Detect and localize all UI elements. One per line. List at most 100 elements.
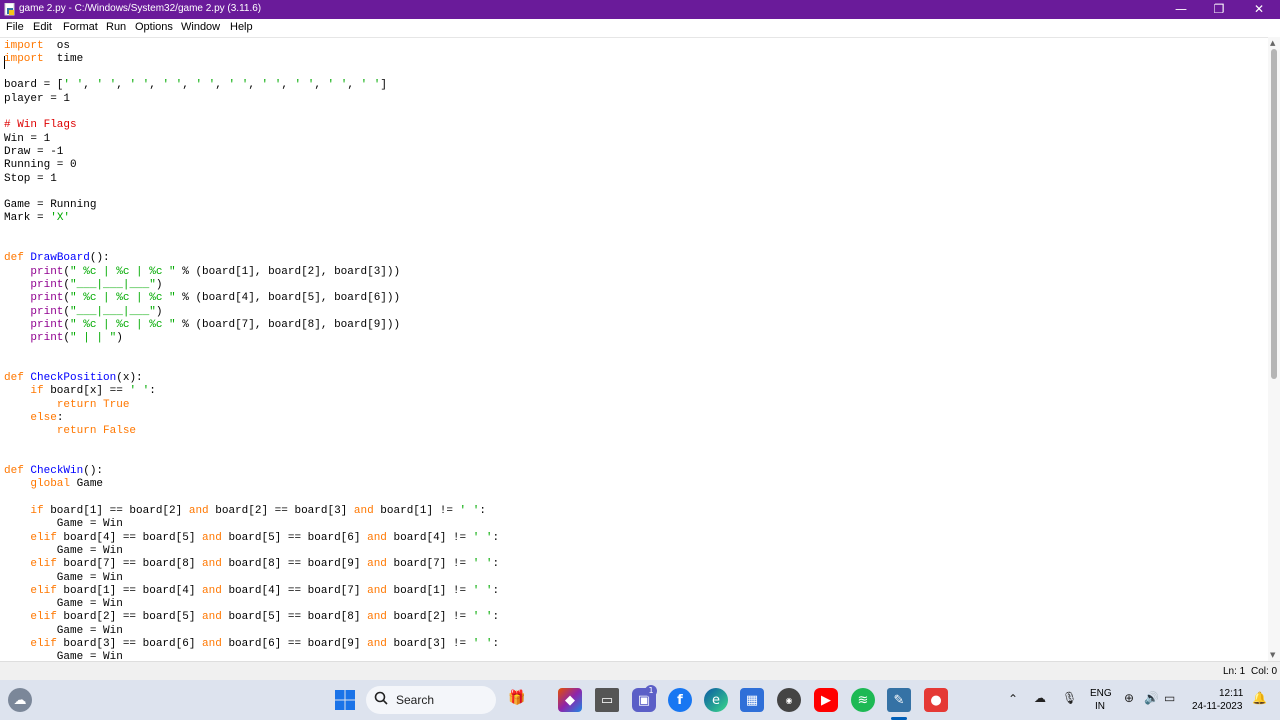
code-line[interactable]: Game = Win	[4, 598, 123, 611]
menu-file[interactable]: File	[6, 21, 24, 33]
clock-date[interactable]: 24-11-2023	[1192, 701, 1242, 712]
vertical-scrollbar[interactable]: ▲ ▼	[1268, 37, 1280, 661]
code-line[interactable]: Stop = 1	[4, 173, 57, 186]
code-token: board[8] == board[9]	[221, 558, 368, 571]
code-line[interactable]: elif board[2] == board[5] and board[5] =…	[4, 611, 499, 624]
code-line[interactable]: Game = Win	[4, 625, 123, 638]
edge-browser-icon[interactable]: e	[704, 688, 728, 712]
code-line[interactable]: Game = Win	[4, 545, 123, 558]
code-line[interactable]: if board[x] == ' ':	[4, 385, 155, 398]
code-token: board[1] == board[2]	[43, 505, 189, 517]
code-line[interactable]: print(" %c | %c | %c " % (board[7], boar…	[4, 319, 400, 332]
menu-run[interactable]: Run	[106, 21, 126, 33]
code-token: ():	[89, 252, 110, 265]
code-line[interactable]: print("___|___|___")	[4, 306, 162, 319]
facebook-icon[interactable]: f	[668, 688, 692, 712]
code-line[interactable]: def DrawBoard():	[4, 252, 110, 265]
cloud-sync-icon[interactable]: ☁	[1034, 691, 1046, 705]
code-line[interactable]: return True	[4, 398, 130, 412]
code-line[interactable]: print(" %c | %c | %c " % (board[1], boar…	[4, 266, 400, 279]
code-line[interactable]: elif board[3] == board[6] and board[6] =…	[4, 638, 499, 651]
code-line[interactable]: print("___|___|___")	[4, 279, 162, 292]
code-token: board[2] == board[3]	[208, 505, 354, 517]
code-line[interactable]: Mark = 'X'	[4, 212, 70, 225]
minimize-button[interactable]: —	[1162, 0, 1200, 19]
copilot-icon[interactable]: ◆	[558, 688, 582, 712]
code-token: print	[30, 305, 64, 318]
code-token: Running = 0	[4, 159, 77, 172]
code-line[interactable]: Game = Win	[4, 572, 123, 585]
clock-time[interactable]: 12:11	[1219, 688, 1243, 699]
menu-edit[interactable]: Edit	[33, 21, 52, 33]
code-line[interactable]: elif board[4] == board[5] and board[5] =…	[4, 532, 499, 545]
code-line[interactable]: import os	[4, 40, 70, 53]
scroll-down-arrow-icon[interactable]: ▼	[1270, 651, 1275, 659]
spotify-icon[interactable]: ≋	[851, 688, 875, 712]
code-line[interactable]: return False	[4, 425, 136, 438]
code-line[interactable]: Win = 1	[4, 133, 50, 146]
code-line[interactable]: elif board[1] == board[4] and board[4] =…	[4, 585, 499, 598]
code-token: :	[56, 411, 64, 424]
code-line[interactable]: import time	[4, 53, 83, 66]
code-token: Stop = 1	[4, 172, 57, 185]
scrollbar-thumb[interactable]	[1271, 49, 1277, 379]
code-line[interactable]: board = [' ', ' ', ' ', ' ', ' ', ' ', '…	[4, 79, 387, 92]
code-line[interactable]: player = 1	[4, 93, 70, 106]
code-line[interactable]: def CheckPosition(x):	[4, 372, 143, 385]
weather-icon[interactable]: ☁	[8, 688, 32, 712]
code-token: ' '	[228, 79, 249, 92]
menu-window[interactable]: Window	[181, 21, 220, 33]
battery-icon[interactable]: ▭	[1164, 691, 1175, 705]
menu-format[interactable]: Format	[63, 21, 98, 33]
code-token: return True	[56, 398, 130, 411]
youtube-icon[interactable]: ▶	[814, 688, 838, 712]
scroll-up-arrow-icon[interactable]: ▲	[1270, 39, 1275, 47]
close-button[interactable]: ✕	[1240, 0, 1278, 19]
windows-start-icon[interactable]	[333, 688, 357, 712]
code-line[interactable]: Draw = -1	[4, 146, 63, 159]
notification-bell-icon[interactable]: 🔔	[1252, 691, 1267, 705]
code-line[interactable]: Running = 0	[4, 159, 77, 172]
microphone-icon[interactable]: 🎙	[1062, 691, 1077, 705]
code-token: Game = Win	[4, 518, 123, 531]
code-token: ,	[215, 79, 229, 92]
code-token: ,	[116, 79, 130, 92]
code-line[interactable]: global Game	[4, 478, 103, 491]
code-token: CheckPosition	[30, 372, 117, 384]
screen-recorder-icon[interactable]: ●	[924, 688, 948, 712]
code-token: and	[202, 558, 222, 571]
menu-help[interactable]: Help	[230, 21, 253, 33]
code-line[interactable]: else:	[4, 412, 63, 425]
code-line[interactable]: elif board[7] == board[8] and board[8] =…	[4, 558, 499, 571]
code-line[interactable]: if board[1] == board[2] and board[2] == …	[4, 505, 486, 518]
code-token: board[2] !=	[386, 611, 473, 624]
network-globe-icon[interactable]: ⊕	[1124, 691, 1134, 705]
code-token: board[5] == board[8]	[221, 611, 368, 624]
microsoft-store-icon[interactable]: ▦	[740, 688, 764, 712]
volume-icon[interactable]: 🔊	[1144, 691, 1159, 705]
python-idle-icon[interactable]: ✎	[887, 688, 911, 712]
chevron-up-icon[interactable]: ⌃	[1008, 692, 1018, 706]
menu-options[interactable]: Options	[135, 21, 173, 33]
taskbar-search-box[interactable]: Search 🎁	[366, 686, 525, 714]
code-line[interactable]: print(" %c | %c | %c " % (board[4], boar…	[4, 292, 400, 305]
code-line[interactable]: print(" | | ")	[4, 332, 122, 345]
code-token: ,	[182, 79, 196, 92]
code-token: elif	[30, 584, 57, 597]
language-bottom[interactable]: IN	[1095, 701, 1105, 712]
code-editor[interactable]: import os import time board = [' ', ' ', '…	[0, 37, 1268, 662]
code-line[interactable]: Game = Win	[4, 518, 123, 531]
language-top[interactable]: ENG	[1090, 688, 1112, 699]
dell-icon[interactable]: ◉	[777, 688, 801, 712]
maximize-button[interactable]: ❐	[1200, 0, 1238, 19]
code-token: import	[4, 39, 44, 52]
code-line[interactable]: # Win Flags	[4, 119, 77, 132]
code-line[interactable]: Game = Running	[4, 199, 96, 212]
task-view-icon[interactable]: ▭	[595, 688, 619, 712]
code-line[interactable]: def CheckWin():	[4, 465, 103, 478]
